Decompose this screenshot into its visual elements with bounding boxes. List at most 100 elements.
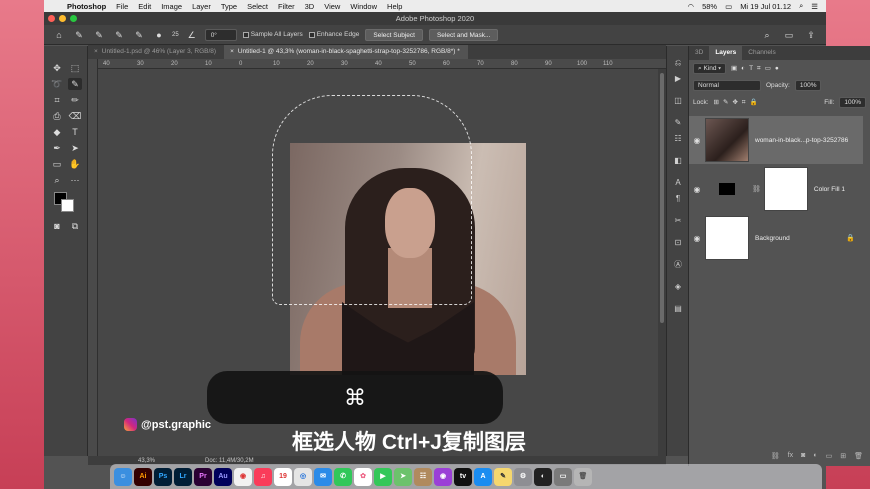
safari-icon[interactable]: ◎ [294, 467, 312, 486]
close-icon[interactable] [48, 15, 55, 22]
crop-tool-icon[interactable]: ⌗ [50, 94, 64, 106]
photoshop-icon[interactable]: Ps [154, 467, 172, 486]
chrome-icon[interactable]: ◉ [234, 467, 252, 486]
contacts-icon[interactable]: ☷ [414, 467, 432, 486]
tools-icon[interactable]: ✂ [673, 216, 683, 226]
calendar-icon[interactable]: 19 [274, 467, 292, 486]
lasso-tool-icon[interactable]: ➰ [50, 78, 64, 90]
move-tool-icon[interactable]: ✥ [50, 62, 64, 74]
new-selection-icon[interactable]: ✎ [92, 29, 106, 41]
battery-icon[interactable]: ▭ [725, 2, 732, 11]
layer-name[interactable]: woman-in-black...p-top-3252786 [755, 137, 848, 144]
folder-icon[interactable]: ▭ [554, 467, 572, 486]
layer-row[interactable]: ◉ Background 🔒 [689, 214, 863, 262]
link-layers-icon[interactable]: ⛓ [771, 452, 780, 462]
search-icon[interactable]: ⌕ [760, 29, 774, 41]
filter-icons[interactable]: ▣◐T⌗▭● [731, 64, 783, 73]
pen-tool-icon[interactable]: ✒ [50, 142, 64, 154]
angle-field[interactable]: 0° [204, 28, 237, 41]
premiere-icon[interactable]: Pr [194, 467, 212, 486]
tab-close-icon[interactable]: × [230, 48, 234, 55]
audition-icon[interactable]: Au [214, 467, 232, 486]
menu-help[interactable]: Help [382, 2, 407, 11]
minimize-icon[interactable] [59, 15, 66, 22]
clock[interactable]: Mi 19 Jul 01.12 [740, 2, 791, 11]
background-color[interactable] [61, 199, 74, 212]
lock-icons[interactable]: ⊞✎✥⌗🔒 [714, 98, 762, 107]
info-icon[interactable]: ⊡ [673, 238, 683, 248]
document-tab[interactable]: × Untitled-1.psd @ 46% (Layer 3, RGB/8) [88, 45, 224, 59]
wifi-icon[interactable]: ◠ [688, 2, 695, 11]
illustrator-icon[interactable]: Ai [134, 467, 152, 486]
tab-close-icon[interactable]: × [94, 48, 98, 55]
finder-icon[interactable]: ☺ [114, 467, 132, 486]
fx-icon[interactable]: fx [788, 452, 793, 462]
screen-mode-icon[interactable]: ⧉ [68, 220, 82, 232]
eye-icon[interactable]: ◉ [689, 185, 705, 194]
tv-icon[interactable]: tv [454, 467, 472, 486]
tab-3d[interactable]: 3D [689, 46, 709, 60]
menu-app-name[interactable]: Photoshop [62, 2, 111, 11]
more-tools-icon[interactable]: ⋯ [68, 174, 82, 186]
music-icon[interactable]: ♫ [254, 467, 272, 486]
app-store-icon[interactable]: A [474, 467, 492, 486]
lock-icon[interactable]: 🔒 [846, 234, 855, 242]
quick-selection-preset-icon[interactable]: ✎ [72, 29, 86, 41]
actions-play-icon[interactable]: ▶ [673, 74, 683, 84]
menu-window[interactable]: Window [345, 2, 382, 11]
menu-type[interactable]: Type [216, 2, 242, 11]
new-layer-icon[interactable]: ⊞ [840, 452, 846, 462]
maps-icon[interactable]: ➤ [394, 467, 412, 486]
menu-edit[interactable]: Edit [133, 2, 156, 11]
share-icon[interactable]: ⇪ [804, 29, 818, 41]
layer-row[interactable]: ◉ ⛓ Color Fill 1 [689, 165, 863, 213]
type-tool-icon[interactable]: T [68, 126, 82, 138]
battery-percent[interactable]: 58% [702, 2, 717, 11]
trash-icon[interactable]: 🗑 [854, 452, 863, 462]
quick-selection-tool-icon[interactable]: ✎ [68, 78, 82, 90]
github-icon[interactable]: ◐ [534, 467, 552, 486]
maximize-icon[interactable] [70, 15, 77, 22]
rectangle-tool-icon[interactable]: ▭ [50, 158, 64, 170]
photos-icon[interactable]: ✿ [354, 467, 372, 486]
facetime-icon[interactable]: ▶ [374, 467, 392, 486]
hand-tool-icon[interactable]: ✋ [68, 158, 82, 170]
channels-icon[interactable]: ◈ [673, 282, 683, 292]
menu-file[interactable]: File [111, 2, 133, 11]
quick-mask-icon[interactable]: ◙ [50, 220, 64, 232]
adjustments-icon[interactable]: ☷ [673, 134, 683, 144]
layer-mask-thumbnail[interactable] [763, 167, 808, 211]
link-icon[interactable]: ⛓ [752, 185, 761, 193]
path-selection-tool-icon[interactable]: ➤ [68, 142, 82, 154]
zoom-level[interactable]: 43,3% [138, 458, 155, 464]
menu-3d[interactable]: 3D [300, 2, 320, 11]
system-preferences-icon[interactable]: ⚙ [514, 467, 532, 486]
marquee-tool-icon[interactable]: ⬚ [68, 62, 82, 74]
notes-icon[interactable]: ✎ [494, 467, 512, 486]
layer-row[interactable]: ◉ woman-in-black...p-top-3252786 [689, 116, 863, 164]
eye-icon[interactable]: ◉ [689, 136, 705, 145]
tab-layers[interactable]: Layers [709, 46, 743, 60]
libraries-icon[interactable]: ◧ [673, 156, 683, 166]
add-mask-icon[interactable]: ◙ [801, 452, 805, 462]
eye-icon[interactable]: ◉ [689, 234, 705, 243]
vertical-scrollbar[interactable] [658, 69, 666, 457]
subtract-selection-icon[interactable]: ✎ [132, 29, 146, 41]
enhance-edge-checkbox[interactable]: Enhance Edge [308, 31, 359, 38]
history-icon[interactable]: ⎌ [673, 58, 683, 68]
home-icon[interactable]: ⌂ [52, 29, 66, 41]
sample-all-layers-checkbox[interactable]: Sample All Layers [242, 31, 303, 38]
bucket-tool-icon[interactable]: ◆ [50, 126, 64, 138]
tab-channels[interactable]: Channels [742, 46, 781, 60]
group-icon[interactable]: ▭ [826, 452, 833, 462]
workspace-icon[interactable]: ▭ [782, 29, 796, 41]
brush-size-icon[interactable]: ● [152, 29, 166, 41]
menu-view[interactable]: View [319, 2, 345, 11]
mail-icon[interactable]: ✉ [314, 467, 332, 486]
select-subject-button[interactable]: Select Subject [365, 28, 423, 41]
select-and-mask-button[interactable]: Select and Mask... [428, 28, 499, 41]
add-selection-icon[interactable]: ✎ [112, 29, 126, 41]
trash-icon[interactable]: 🗑 [574, 467, 592, 486]
brush-settings-icon[interactable]: ✎ [673, 118, 683, 128]
document-tab-active[interactable]: × Untitled-1 @ 43,3% (woman-in-black-spag… [224, 45, 468, 59]
